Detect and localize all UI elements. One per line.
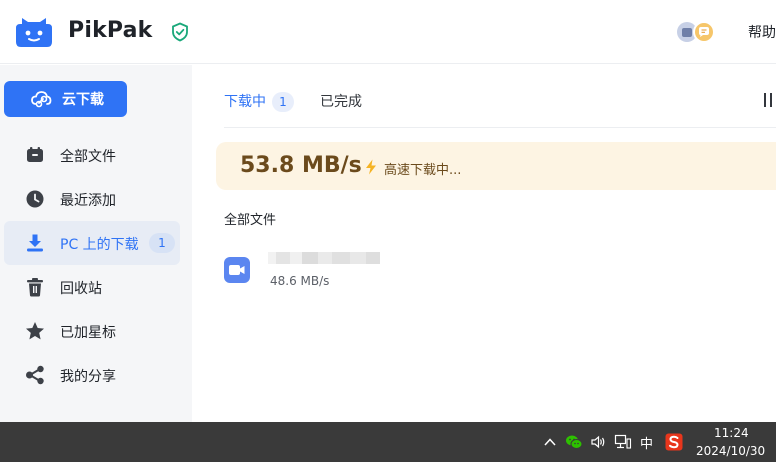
sidebar-item-label: 最近添加 bbox=[60, 193, 116, 209]
shield-check-icon[interactable] bbox=[170, 22, 190, 42]
trash-icon bbox=[24, 276, 46, 298]
wechat-icon[interactable] bbox=[565, 433, 583, 451]
section-title: 全部文件 bbox=[224, 213, 277, 228]
speed-status: 高速下载中... bbox=[384, 163, 462, 178]
cloud-link-icon bbox=[30, 89, 52, 109]
chevron-up-icon[interactable] bbox=[543, 434, 557, 448]
speed-banner: 53.8 MB/s 高速下载中... bbox=[216, 142, 776, 190]
sidebar-item-label: 已加星标 bbox=[60, 325, 116, 341]
clock-date[interactable]: 2024/10/30 bbox=[696, 444, 765, 458]
sidebar-item-pc-downloads[interactable]: PC 上的下载 1 bbox=[4, 221, 180, 265]
file-name-redacted bbox=[268, 251, 380, 265]
total-speed: 53.8 MB/s bbox=[240, 153, 362, 178]
video-icon bbox=[224, 257, 250, 283]
tab-label: 下载中 bbox=[224, 94, 266, 110]
app-title: PikPak bbox=[68, 18, 153, 43]
clock-icon bbox=[24, 188, 46, 210]
clock-time[interactable]: 11:24 bbox=[714, 426, 749, 440]
sidebar-item-starred[interactable]: 已加星标 bbox=[4, 309, 180, 353]
tab-count-badge: 1 bbox=[272, 92, 294, 112]
download-row[interactable]: 48.6 MB/s 4 bbox=[224, 247, 776, 293]
tab-divider bbox=[224, 127, 776, 128]
cloud-download-button[interactable]: 云下载 bbox=[4, 81, 127, 117]
network-icon[interactable] bbox=[614, 434, 632, 450]
sogou-ime-icon[interactable] bbox=[665, 433, 683, 451]
folder-icon bbox=[24, 144, 46, 166]
ime-indicator[interactable]: 中 bbox=[640, 433, 653, 452]
lightning-icon bbox=[365, 159, 377, 175]
sidebar-item-all-files[interactable]: 全部文件 bbox=[4, 133, 180, 177]
download-icon bbox=[24, 232, 46, 254]
download-count-badge: 1 bbox=[149, 233, 175, 253]
avatar-group[interactable] bbox=[676, 20, 720, 44]
taskbar: 中 11:24 2024/10/30 bbox=[0, 422, 776, 462]
tab-downloading[interactable]: 下载中 1 bbox=[224, 91, 294, 112]
sidebar-item-label: 回收站 bbox=[60, 281, 102, 297]
sidebar-item-share[interactable]: 我的分享 bbox=[4, 353, 180, 397]
share-icon bbox=[24, 364, 46, 386]
volume-icon[interactable] bbox=[590, 434, 606, 450]
panel-toggle-icon[interactable] bbox=[764, 93, 776, 109]
sidebar: 云下载 全部文件 最近添加 PC 上的下载 1 回收站 已加星标 我的分享 bbox=[0, 65, 192, 422]
sidebar-item-trash[interactable]: 回收站 bbox=[4, 265, 180, 309]
file-speed: 48.6 MB/s bbox=[270, 274, 330, 288]
sidebar-item-label: 全部文件 bbox=[60, 149, 116, 165]
main-panel: 下载中 1 已完成 53.8 MB/s 高速下载中... 全部文件 48.6 M… bbox=[192, 65, 776, 422]
sidebar-item-label: PC 上的下载 bbox=[60, 237, 139, 253]
cloud-download-label: 云下载 bbox=[62, 92, 104, 108]
star-icon bbox=[24, 320, 46, 342]
help-link[interactable]: 帮助 bbox=[748, 22, 776, 42]
sidebar-item-recent[interactable]: 最近添加 bbox=[4, 177, 180, 221]
pikpak-logo-icon[interactable] bbox=[14, 14, 54, 48]
tab-completed[interactable]: 已完成 bbox=[320, 91, 362, 111]
sidebar-item-label: 我的分享 bbox=[60, 369, 116, 385]
app-header: PikPak 帮助 bbox=[0, 0, 776, 64]
